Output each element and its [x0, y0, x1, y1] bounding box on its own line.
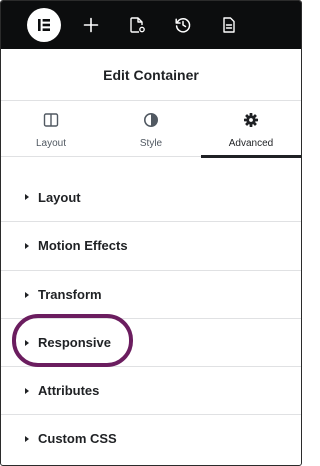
caret-right-icon — [25, 387, 29, 394]
section-layout[interactable]: Layout — [1, 173, 301, 221]
section-transform[interactable]: Transform — [1, 270, 301, 318]
document-icon[interactable] — [219, 15, 239, 35]
section-label: Motion Effects — [38, 238, 128, 253]
section-label: Attributes — [38, 383, 100, 398]
caret-right-icon — [25, 435, 29, 442]
panel-title: Edit Container — [103, 66, 199, 83]
tab-style[interactable]: Style — [101, 101, 201, 157]
section-label: Custom CSS — [38, 431, 117, 446]
elementor-logo-icon[interactable] — [27, 8, 61, 42]
history-icon[interactable] — [173, 15, 193, 35]
tab-label: Advanced — [228, 138, 274, 149]
caret-right-icon — [25, 194, 29, 200]
caret-right-icon — [25, 291, 29, 298]
section-custom-css[interactable]: Custom CSS — [1, 414, 301, 462]
tab-layout[interactable]: Layout — [1, 101, 101, 157]
section-label: Layout — [38, 189, 81, 205]
tab-advanced[interactable]: Advanced — [201, 101, 301, 158]
half-circle-icon — [143, 112, 159, 133]
section-motion-effects[interactable]: Motion Effects — [1, 221, 301, 269]
caret-right-icon — [25, 242, 29, 249]
section-attributes[interactable]: Attributes — [1, 366, 301, 414]
gear-icon — [243, 112, 259, 133]
section-label: Transform — [38, 287, 102, 302]
editor-panel: Edit Container Layout Style Advanced Lay… — [0, 0, 302, 466]
top-toolbar — [1, 1, 301, 49]
panel-header: Edit Container — [1, 49, 301, 101]
tab-label: Style — [139, 138, 163, 149]
tab-label: Layout — [35, 138, 67, 149]
plus-icon[interactable] — [81, 15, 101, 35]
layout-columns-icon — [43, 112, 59, 133]
section-responsive[interactable]: Responsive — [1, 318, 301, 366]
section-label: Responsive — [38, 335, 111, 350]
panel-tabs: Layout Style Advanced — [1, 101, 301, 158]
page-settings-icon[interactable] — [127, 15, 147, 35]
caret-right-icon — [25, 339, 29, 346]
